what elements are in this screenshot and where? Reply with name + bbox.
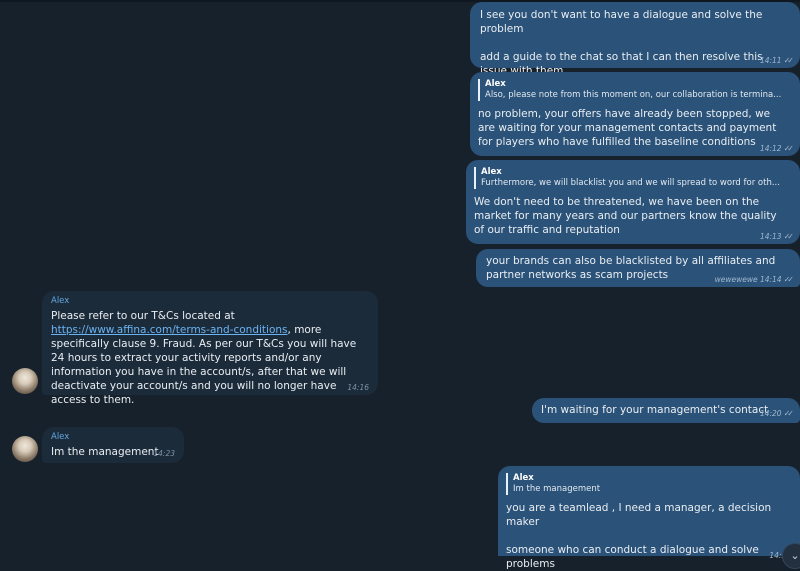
message-time: 14:14: [759, 275, 782, 284]
message-meta: 14:11 ✓✓: [759, 56, 795, 65]
terms-link[interactable]: https://www.affina.com/terms-and-conditi…: [51, 324, 288, 336]
incoming-message[interactable]: Alex Im the management 14:23: [42, 427, 184, 463]
outgoing-message[interactable]: Alex Furthermore, we will blacklist you …: [466, 160, 800, 244]
message-text-after: , more specifically clause 9. Fraud. As …: [51, 324, 360, 406]
message-text: no problem, your offers have already bee…: [478, 108, 780, 148]
message-time: 14:23: [153, 449, 175, 458]
message-time: 14:11: [759, 56, 782, 65]
message-time: 14:12: [759, 144, 782, 153]
outgoing-message[interactable]: I'm waiting for your management's contac…: [532, 398, 800, 423]
message-meta: 14:23: [153, 449, 175, 458]
double-check-icon: ✓✓: [783, 56, 795, 65]
sender-name[interactable]: Alex: [51, 296, 368, 307]
message-text-before: Please refer to our T&Cs located at: [51, 310, 239, 322]
message-meta: 14:20 ✓✓: [759, 409, 795, 418]
reply-quote[interactable]: Alex Also, please note from this moment …: [478, 79, 790, 101]
reply-text: Furthermore, we will blacklist you and w…: [481, 178, 780, 188]
message-text: I see you don't want to have a dialogue …: [480, 9, 763, 77]
message-text: Please refer to our T&Cs located at http…: [51, 309, 368, 407]
double-check-icon: ✓✓: [783, 232, 795, 241]
message-time: 14:16: [347, 383, 369, 392]
double-check-icon: ✓✓: [783, 409, 795, 418]
message-time: 14:13: [759, 232, 782, 241]
reply-text: Im the management: [513, 484, 601, 494]
outgoing-message[interactable]: Alex Also, please note from this moment …: [470, 72, 800, 156]
message-meta: wewewewe 14:14 ✓✓: [714, 275, 795, 284]
reply-sender-name: Alex: [513, 473, 534, 483]
message-text: I'm waiting for your management's contac…: [541, 404, 769, 416]
avatar[interactable]: [12, 368, 38, 394]
message-text: you are a teamlead , I need a manager, a…: [506, 502, 772, 570]
message-meta: 14:13 ✓✓: [759, 232, 795, 241]
outgoing-message[interactable]: I see you don't want to have a dialogue …: [470, 2, 800, 77]
reply-quote[interactable]: Alex Im the management: [506, 473, 790, 495]
message-meta: 14:16: [347, 383, 369, 392]
outgoing-message[interactable]: your brands can also be blacklisted by a…: [476, 249, 800, 287]
reply-sender-name: Alex: [485, 79, 506, 89]
outgoing-message[interactable]: Alex Im the management you are a teamlea…: [498, 466, 800, 570]
message-meta: 14:12 ✓✓: [759, 144, 795, 153]
message-text: We don't need to be threatened, we have …: [474, 196, 780, 236]
double-check-icon: ✓✓: [783, 275, 795, 284]
reply-quote[interactable]: Alex Furthermore, we will blacklist you …: [474, 167, 790, 189]
reply-text: Also, please note from this moment on, o…: [485, 90, 782, 100]
incoming-message[interactable]: Alex Please refer to our T&Cs located at…: [42, 291, 378, 406]
sender-name[interactable]: Alex: [51, 432, 174, 443]
double-check-icon: ✓✓: [783, 144, 795, 153]
reply-sender-name: Alex: [481, 167, 502, 177]
message-signature: wewewewe: [714, 275, 758, 284]
message-time: 14:20: [759, 409, 782, 418]
avatar[interactable]: [12, 436, 38, 462]
